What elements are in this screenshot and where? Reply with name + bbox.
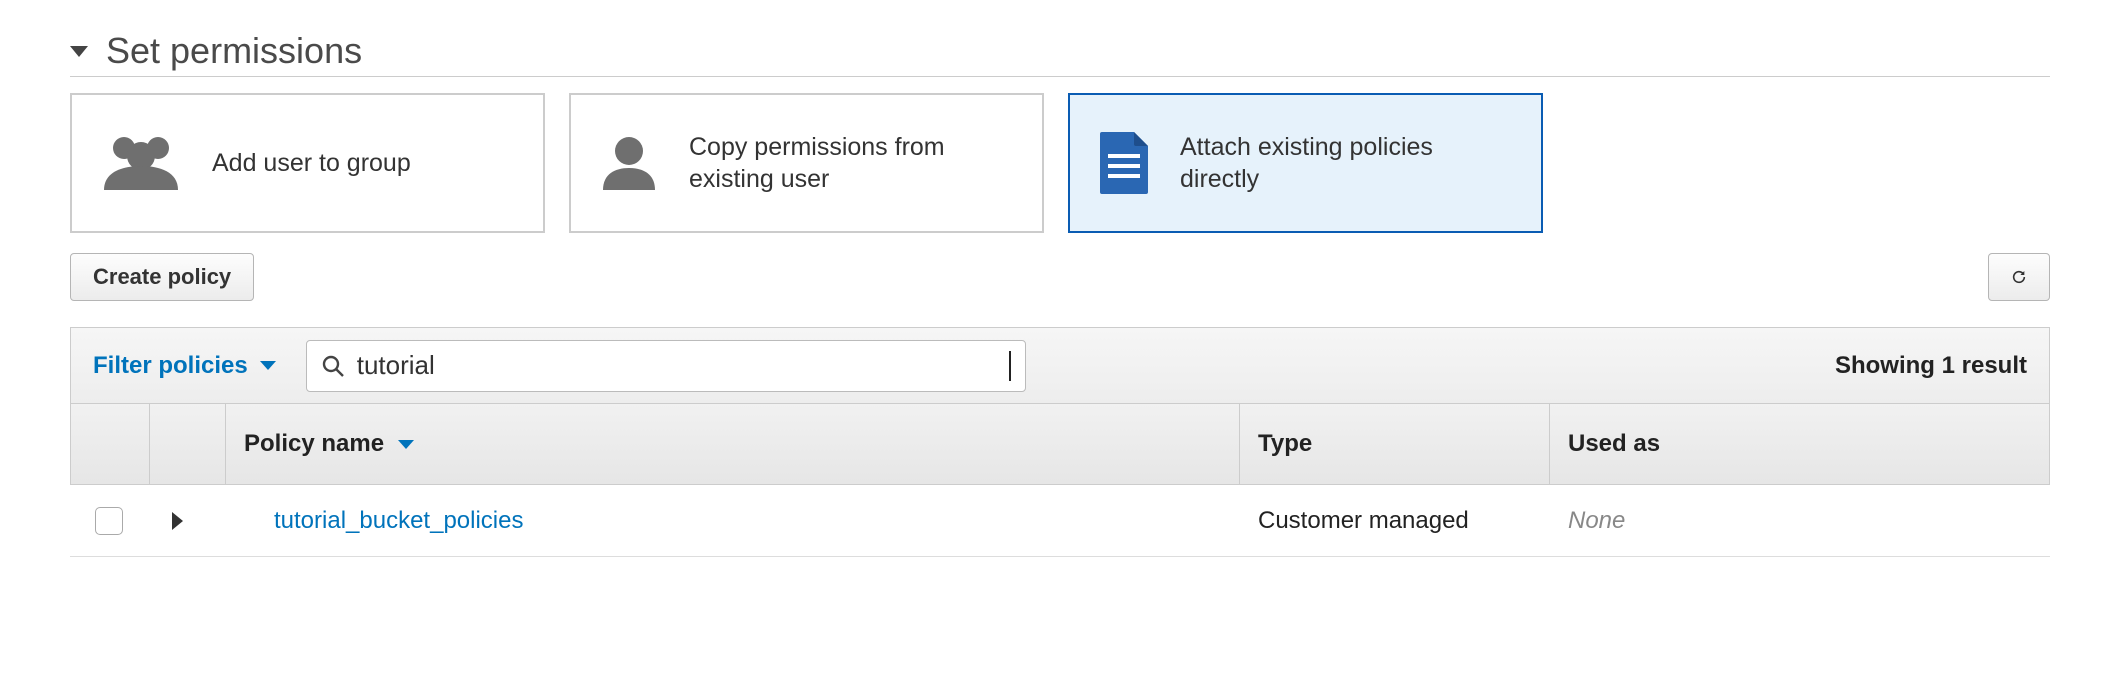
option-label: Attach existing policies directly [1180, 131, 1515, 196]
sort-indicator-icon [398, 440, 414, 449]
group-icon [98, 134, 184, 192]
policy-toolbar: Create policy [70, 253, 2050, 301]
policy-table-header: Policy name Type Used as [70, 403, 2050, 485]
col-header-used-as-label: Used as [1568, 430, 1660, 458]
permission-option-cards: Add user to group Copy permissions from … [70, 93, 2050, 233]
option-attach-policies[interactable]: Attach existing policies directly [1068, 93, 1543, 233]
section-header[interactable]: Set permissions [70, 30, 2050, 77]
policy-name-link[interactable]: tutorial_bucket_policies [242, 507, 523, 534]
col-header-used-as[interactable]: Used as [1549, 404, 2049, 484]
section-title: Set permissions [106, 30, 362, 72]
option-copy-permissions[interactable]: Copy permissions from existing user [569, 93, 1044, 233]
policy-search-box[interactable] [306, 340, 1026, 392]
policy-table-row: tutorial_bucket_policies Customer manage… [70, 485, 2050, 557]
search-icon [321, 354, 345, 378]
option-label: Add user to group [212, 147, 411, 180]
user-icon [597, 134, 661, 192]
col-header-select [71, 404, 149, 484]
refresh-button[interactable] [1988, 253, 2050, 301]
text-cursor [1009, 351, 1010, 381]
refresh-icon [2011, 264, 2027, 290]
filter-bar: Filter policies Showing 1 result [70, 327, 2050, 403]
row-select-checkbox[interactable] [95, 507, 123, 535]
caret-down-icon [70, 46, 88, 57]
document-icon [1096, 132, 1152, 194]
row-expand-toggle[interactable] [172, 512, 183, 530]
option-add-user-to-group[interactable]: Add user to group [70, 93, 545, 233]
col-header-type-label: Type [1258, 430, 1312, 458]
filter-policies-label: Filter policies [93, 352, 248, 380]
policy-used-as-cell: None [1550, 507, 2050, 535]
filter-policies-dropdown[interactable]: Filter policies [93, 352, 276, 380]
col-header-policy-name[interactable]: Policy name [225, 404, 1239, 484]
col-header-policy-name-label: Policy name [244, 430, 384, 458]
policy-type-cell: Customer managed [1240, 507, 1550, 535]
policy-search-input[interactable] [355, 349, 1014, 382]
option-label: Copy permissions from existing user [689, 131, 1016, 196]
create-policy-button[interactable]: Create policy [70, 253, 254, 301]
result-count: Showing 1 result [1835, 352, 2027, 380]
col-header-expand [149, 404, 225, 484]
col-header-type[interactable]: Type [1239, 404, 1549, 484]
chevron-down-icon [260, 361, 276, 370]
